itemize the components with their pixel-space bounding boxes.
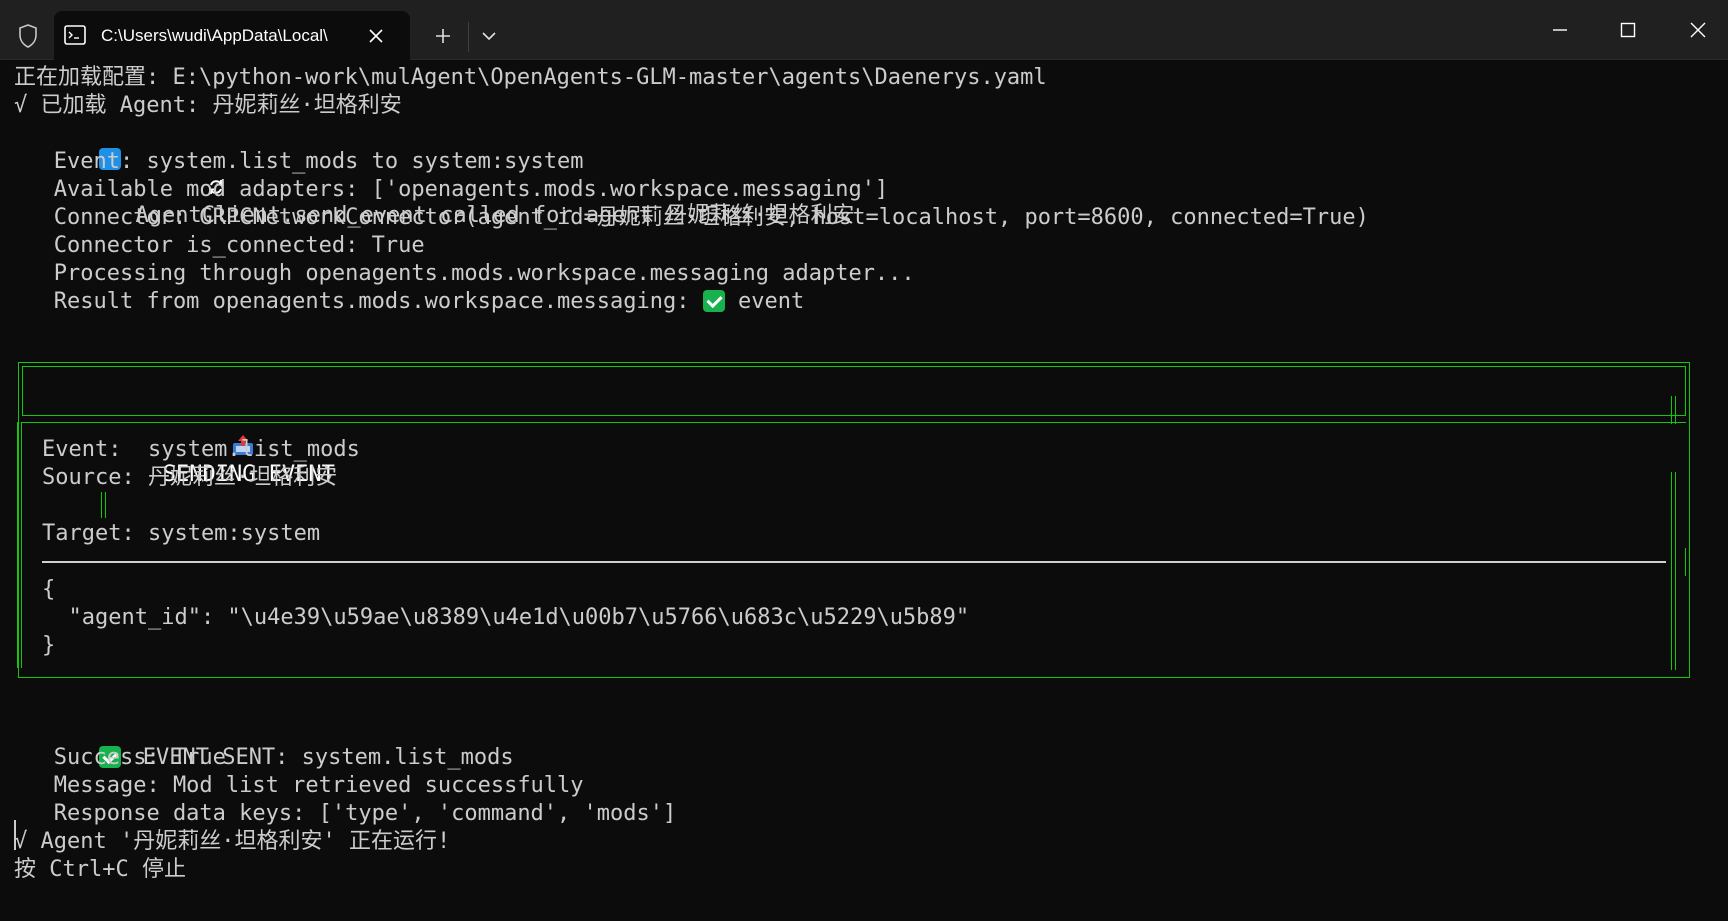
terminal-output[interactable]: 正在加载配置: E:\python-work\mulAgent\OpenAgen… — [0, 60, 1728, 921]
adapters-line: Available mod adapters: ['openagents.mod… — [14, 177, 889, 202]
panel-target-line: Target: system:system — [42, 521, 321, 546]
panel-right-notch — [1685, 548, 1690, 576]
running-line: √ Agent '丹妮莉丝·坦格利安' 正在运行! — [14, 829, 451, 854]
panel-source-line: Source: 丹妮莉丝·坦格利安 — [42, 465, 338, 490]
close-tab-icon[interactable] — [362, 23, 390, 49]
check-icon — [702, 290, 725, 312]
processing-line: Processing through openagents.mods.works… — [14, 261, 915, 286]
stop-hint-line: 按 Ctrl+C 停止 — [14, 857, 186, 882]
config-line: 正在加载配置: E:\python-work\mulAgent\OpenAgen… — [14, 65, 1047, 90]
minimize-button[interactable] — [1540, 16, 1580, 44]
result-line: Result from openagents.mods.workspace.me… — [14, 288, 805, 316]
json-body: "agent_id": "\u4e39\u59ae\u8389\u4e1d\u0… — [42, 605, 970, 630]
title-bar: C:\Users\wudi\AppData\Local\ — [0, 0, 1728, 60]
message-line: Message: Mod list retrieved successfully — [14, 773, 584, 798]
keys-line: Response data keys: ['type', 'command', … — [14, 801, 677, 826]
terminal-window: C:\Users\wudi\AppData\Local\ 正在加载配置: E:\… — [0, 0, 1728, 921]
result-suffix: event — [724, 289, 805, 314]
shield-icon[interactable] — [14, 22, 42, 50]
json-open: { — [42, 577, 56, 602]
close-icon — [1690, 22, 1706, 38]
panel-right-bar-upper — [1671, 396, 1676, 424]
maximize-icon — [1620, 22, 1636, 38]
json-close: } — [42, 633, 56, 658]
minimize-icon — [1553, 29, 1567, 31]
close-window-button[interactable] — [1678, 16, 1718, 44]
panel-right-bar-lower — [1671, 574, 1676, 670]
panel-separator — [42, 561, 1666, 563]
connector-line: Connector: GRPCNetworkConnector(agent_id… — [14, 205, 1369, 230]
terminal-icon — [64, 25, 86, 45]
panel-fragment-bar — [101, 492, 106, 518]
result-prefix: Result from openagents.mods.workspace.me… — [14, 289, 703, 314]
maximize-button[interactable] — [1608, 16, 1648, 44]
panel-left-bar-lower — [17, 472, 22, 668]
send-event-line: AgentClient.send_event called for agent … — [20, 120, 855, 228]
tab-terminal[interactable]: C:\Users\wudi\AppData\Local\ — [54, 11, 410, 60]
new-tab-button[interactable] — [428, 22, 458, 50]
tab-title: C:\Users\wudi\AppData\Local\ — [101, 26, 328, 45]
is-connected-line: Connector is_connected: True — [14, 233, 425, 258]
outbox-tray-icon — [125, 405, 254, 455]
toolbar-divider — [468, 22, 469, 52]
event-line: Event: system.list_mods to system:system — [14, 149, 584, 174]
panel-title: SENDING EVENT — [46, 377, 335, 487]
success-line: Success: True — [14, 745, 226, 770]
text-cursor — [14, 820, 16, 850]
plus-icon — [436, 29, 450, 43]
tab-dropdown-button[interactable] — [475, 22, 503, 50]
loaded-line: √ 已加载 Agent: 丹妮莉丝·坦格利安 — [14, 93, 402, 118]
event-sent-line: EVENT SENT: system.list_mods — [20, 716, 514, 770]
chevron-down-icon — [482, 32, 496, 41]
panel-event-line: Event: system.list_mods — [42, 437, 360, 462]
